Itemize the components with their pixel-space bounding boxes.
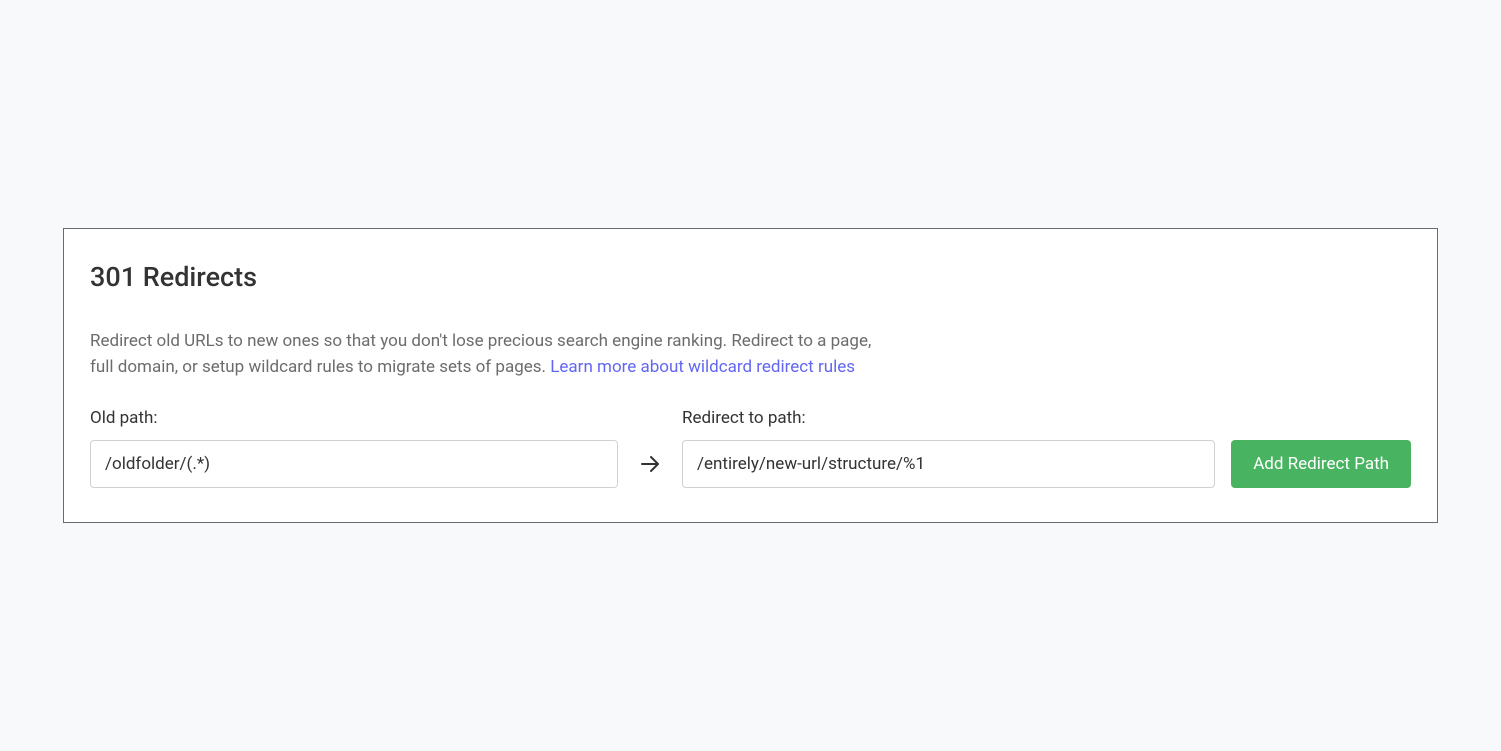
redirect-to-group: Redirect to path: (682, 408, 1215, 488)
old-path-input[interactable] (90, 440, 618, 488)
redirect-form-row: Old path: Redirect to path: Add Redirect… (90, 408, 1411, 488)
redirect-to-input[interactable] (682, 440, 1215, 488)
arrow-icon (634, 440, 666, 488)
learn-more-link[interactable]: Learn more about wildcard redirect rules (550, 357, 855, 377)
old-path-label: Old path: (90, 408, 618, 428)
old-path-group: Old path: (90, 408, 618, 488)
redirects-panel: 301 Redirects Redirect old URLs to new o… (63, 228, 1438, 523)
redirect-to-label: Redirect to path: (682, 408, 1215, 428)
add-redirect-button[interactable]: Add Redirect Path (1231, 440, 1411, 488)
panel-title: 301 Redirects (90, 261, 1411, 293)
panel-description: Redirect old URLs to new ones so that yo… (90, 329, 880, 380)
